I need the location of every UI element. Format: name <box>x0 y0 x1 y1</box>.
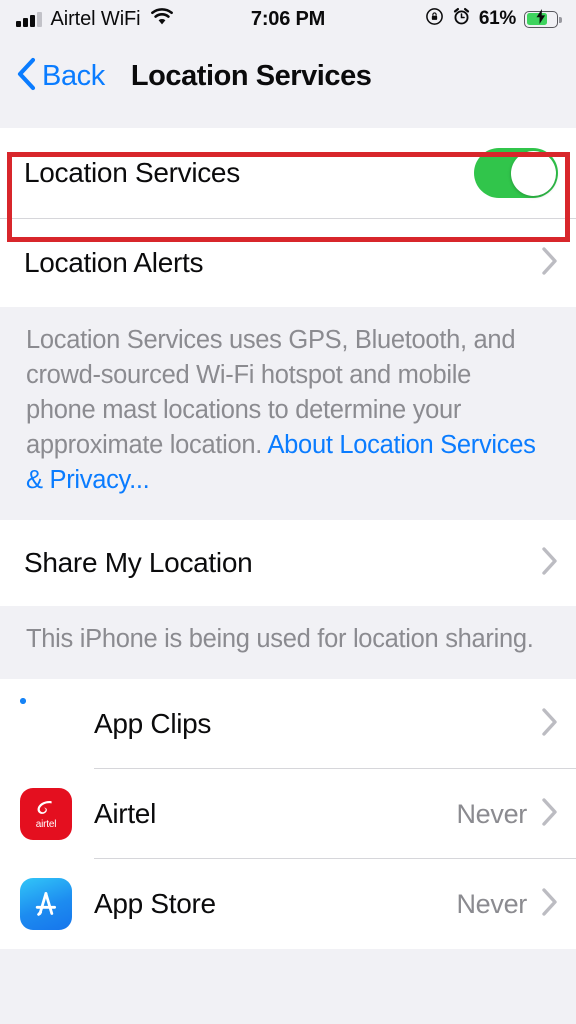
clock-label: 7:06 PM <box>250 7 326 30</box>
row-location-services[interactable]: Location Services <box>0 128 576 218</box>
row-app-store[interactable]: App Store Never <box>0 859 576 949</box>
share-location-group: Share My Location <box>0 520 576 606</box>
battery-percent-label: 61% <box>478 8 516 29</box>
row-label: Location Alerts <box>24 247 204 278</box>
chevron-left-icon <box>16 57 36 96</box>
row-app-clips[interactable]: App Clips <box>0 679 576 769</box>
settings-list: Location Services Location Alerts Locati… <box>0 114 576 1024</box>
row-share-my-location[interactable]: Share My Location <box>0 520 576 606</box>
app-value: Never <box>456 798 527 829</box>
navigation-bar: Back Location Services <box>0 38 576 114</box>
signal-bars-icon <box>16 11 42 27</box>
app-value: Never <box>456 888 527 919</box>
chevron-right-icon <box>541 246 558 281</box>
back-button[interactable]: Back <box>16 57 105 96</box>
chevron-right-icon <box>541 887 558 922</box>
location-group: Location Services Location Alerts <box>0 128 576 307</box>
phone-screen: Airtel WiFi 7:06 PM 61% Back Location Se… <box>0 0 576 1024</box>
row-label: Share My Location <box>24 547 253 578</box>
footer-paragraph: This iPhone is being used for location s… <box>26 625 534 653</box>
app-clips-icon <box>20 698 72 750</box>
app-label: App Clips <box>94 708 212 739</box>
rotation-lock-icon <box>425 7 444 31</box>
chevron-right-icon <box>541 707 558 742</box>
status-bar: Airtel WiFi 7:06 PM 61% <box>0 0 576 38</box>
row-airtel[interactable]: airtel Airtel Never <box>0 769 576 859</box>
status-bar-right: 61% <box>425 7 562 31</box>
airtel-swirl-glyph <box>37 800 52 814</box>
apps-group: App Clips airtel Airtel Never App Store … <box>0 679 576 949</box>
alarm-clock-icon <box>452 7 471 31</box>
chevron-right-icon <box>541 797 558 832</box>
toggle-knob <box>510 150 556 196</box>
app-label: Airtel <box>94 798 156 829</box>
airtel-wordmark: airtel <box>35 818 57 830</box>
chevron-right-icon <box>541 546 558 581</box>
location-services-toggle[interactable] <box>474 148 558 198</box>
section-gap <box>0 114 576 128</box>
share-location-footer: This iPhone is being used for location s… <box>0 606 576 679</box>
wifi-icon <box>150 7 174 31</box>
row-location-alerts[interactable]: Location Alerts <box>0 219 576 307</box>
location-services-footer: Location Services uses GPS, Bluetooth, a… <box>0 307 576 520</box>
status-bar-left: Airtel WiFi <box>16 8 174 31</box>
airtel-icon: airtel <box>20 788 72 840</box>
page-title: Location Services <box>130 59 372 92</box>
app-store-glyph <box>35 892 56 916</box>
row-label: Location Services <box>24 157 240 188</box>
app-store-icon <box>20 878 72 930</box>
app-label: App Store <box>94 888 216 919</box>
battery-charging-icon <box>524 9 562 28</box>
back-label: Back <box>42 59 105 92</box>
carrier-label: Airtel WiFi <box>50 7 141 30</box>
